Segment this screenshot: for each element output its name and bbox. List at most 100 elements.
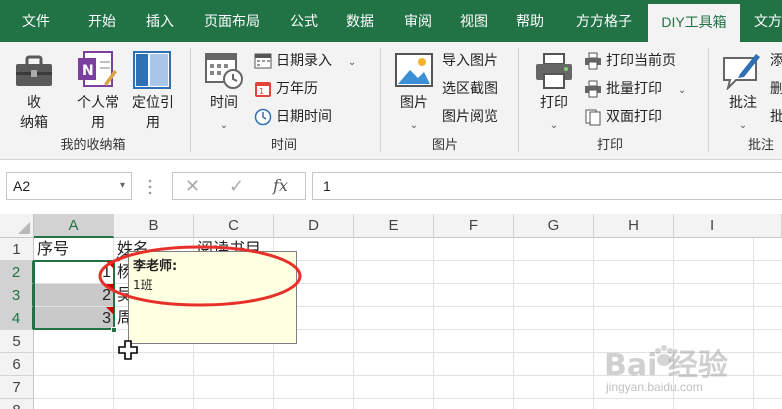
row-header-1[interactable]: 1 (0, 238, 34, 261)
toolbox-icon (16, 55, 52, 86)
chevron-down-icon[interactable]: ▾ (120, 173, 125, 199)
cancel-icon[interactable]: ✕ (185, 175, 200, 197)
comment-pencil-icon (723, 54, 760, 90)
name-box-value: A2 (13, 178, 31, 194)
column-header-e[interactable]: E (354, 214, 434, 238)
onenote-icon: N (78, 51, 117, 87)
group-divider (190, 48, 191, 152)
picture-icon (395, 53, 433, 87)
storage-box-button[interactable]: 收 纳箱 (8, 48, 60, 132)
gridline (353, 238, 354, 409)
comment-label: 批注 (729, 94, 757, 110)
column-header-a[interactable]: A (34, 214, 114, 238)
picture-viewer-button[interactable]: 图片阅览 (442, 104, 498, 128)
tab-data[interactable]: 数据 (334, 0, 386, 42)
batch-print-button[interactable]: 批量打印 ⌄ (584, 76, 686, 100)
calendar-clock-icon (205, 53, 243, 89)
import-picture-button[interactable]: 导入图片 (442, 48, 498, 72)
chevron-down-icon: ⌄ (219, 120, 229, 131)
chevron-down-icon: ⌄ (409, 120, 419, 131)
row-header-3[interactable]: 3 (0, 284, 34, 307)
fill-handle[interactable] (111, 327, 117, 333)
region-screenshot-button[interactable]: 选区截图 (442, 76, 498, 100)
name-box[interactable]: A2 ▾ (6, 172, 132, 200)
small-printer-icon (585, 52, 601, 70)
column-header-d[interactable]: D (274, 214, 354, 238)
group-label-picture: 图片 (431, 137, 458, 152)
watermark-url: jingyan.baidu.com (606, 380, 703, 394)
tab-more[interactable]: 文方 (744, 0, 782, 42)
gridline (513, 238, 514, 409)
tab-help[interactable]: 帮助 (504, 0, 556, 42)
date-entry-label: 日期录入 (276, 52, 332, 68)
formula-bar: A2 ▾ ✕ ✓ fx 1 (0, 160, 782, 214)
column-header-b[interactable]: B (114, 214, 194, 238)
tab-diy-toolbox[interactable]: DIY工具箱 (648, 4, 740, 42)
row-header-2[interactable]: 2 (0, 261, 34, 284)
locate-label-2: 用 (146, 114, 160, 130)
group-divider (518, 48, 519, 152)
formula-input[interactable]: 1 (312, 172, 782, 200)
drag-handle-icon[interactable] (148, 178, 152, 196)
tab-formulas[interactable]: 公式 (278, 0, 330, 42)
comment-button[interactable]: 批注 ⌄ (718, 48, 768, 132)
group-divider (708, 48, 709, 152)
group-label-comment: 批注 (748, 137, 775, 152)
gridline (433, 238, 434, 409)
perpetual-calendar-label: 万年历 (276, 80, 318, 96)
calendar-grid-icon (254, 53, 272, 69)
time-label: 时间 (210, 94, 238, 110)
row-header-7[interactable]: 7 (0, 376, 34, 399)
date-time-button[interactable]: 日期时间 (254, 104, 332, 128)
group-label-storage: 我的收纳箱 (60, 137, 126, 152)
chevron-down-icon: ⌄ (677, 85, 687, 96)
picture-button[interactable]: 图片 ⌄ (390, 48, 438, 132)
annotation-ellipse (98, 245, 302, 307)
group-label-time: 时间 (270, 137, 297, 152)
locate-reference-button[interactable]: 定位引 用 (128, 48, 178, 132)
row-header-6[interactable]: 6 (0, 353, 34, 376)
column-header-g[interactable]: G (514, 214, 594, 238)
personal-label-1: 个人常 (77, 94, 119, 110)
tab-home[interactable]: 开始 (76, 0, 128, 42)
svg-text:N: N (82, 63, 94, 79)
tab-file[interactable]: 文件 (10, 0, 62, 42)
date-entry-button[interactable]: 日期录入 ⌄ (254, 48, 356, 72)
other-comment-button[interactable]: 批 (770, 104, 782, 128)
confirm-icon[interactable]: ✓ (229, 175, 244, 197)
storage-label-2: 纳箱 (20, 114, 48, 130)
ribbon-tab-bar: 文件 开始 插入 页面布局 公式 数据 审阅 视图 帮助 方方格子 DIY工具箱… (0, 0, 782, 42)
duplex-print-button[interactable]: 双面打印 (584, 104, 662, 128)
select-all-corner[interactable] (0, 214, 34, 238)
delete-comment-button[interactable]: 删 (770, 76, 782, 100)
locate-label-1: 定位引 (132, 94, 174, 110)
move-cursor-icon (118, 340, 138, 360)
printer-icon (536, 53, 572, 89)
column-header-c[interactable]: C (194, 214, 274, 238)
duplex-icon (585, 109, 601, 126)
print-current-label: 打印当前页 (606, 52, 676, 68)
print-button[interactable]: 打印 ⌄ (530, 48, 578, 132)
tab-page-layout[interactable]: 页面布局 (194, 0, 270, 42)
time-button[interactable]: 时间 ⌄ (200, 48, 248, 132)
add-comment-button[interactable]: 添 (770, 48, 782, 72)
row-header-4[interactable]: 4 (0, 307, 34, 330)
baidu-watermark: Bai 经验 jingyan.baidu.com (600, 338, 782, 404)
tab-insert[interactable]: 插入 (134, 0, 186, 42)
perpetual-calendar-button[interactable]: 1 万年历 (254, 76, 318, 100)
column-header-f[interactable]: F (434, 214, 514, 238)
tab-view[interactable]: 视图 (448, 0, 500, 42)
tab-review[interactable]: 审阅 (392, 0, 444, 42)
personal-common-button[interactable]: N 个人常 用 (70, 48, 126, 132)
duplex-print-label: 双面打印 (606, 108, 662, 124)
picture-label: 图片 (400, 94, 428, 110)
storage-label-1: 收 (27, 94, 41, 110)
watermark-brand: Bai 经验 (604, 348, 728, 383)
row-header-5[interactable]: 5 (0, 330, 34, 353)
insert-function-icon[interactable]: fx (273, 175, 288, 197)
row-header-8[interactable]: 8 (0, 399, 34, 409)
tab-fangfang-gezi[interactable]: 方方格子 (566, 0, 642, 42)
print-current-page-button[interactable]: 打印当前页 (584, 48, 676, 72)
column-header-i[interactable]: I (674, 214, 782, 238)
column-header-h[interactable]: H (594, 214, 674, 238)
